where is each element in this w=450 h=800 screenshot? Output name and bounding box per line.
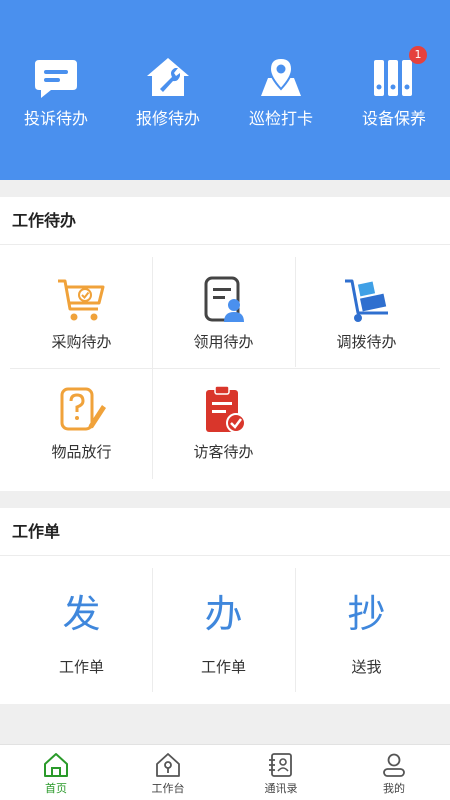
- worksheet-char: 发: [62, 592, 101, 636]
- tab-label: 通讯录: [264, 782, 298, 795]
- document-user-icon: [198, 275, 250, 325]
- todo-item-requisition[interactable]: 领用待办: [152, 275, 295, 353]
- tab-workbench[interactable]: 工作台: [112, 751, 224, 797]
- quick-action-label: 设备保养: [361, 109, 426, 128]
- worksheet-item-handled[interactable]: 办 工作单: [152, 588, 295, 678]
- tab-label: 工作台: [151, 782, 185, 795]
- bottom-tab-bar: 首页 工作台 通讯录 我的: [0, 744, 450, 800]
- tab-home[interactable]: 首页: [0, 751, 112, 797]
- shopping-cart-icon: [56, 275, 108, 325]
- tab-label: 首页: [45, 782, 67, 795]
- hand-truck-icon: [341, 275, 393, 325]
- quick-action-inspection[interactable]: 巡检打卡: [225, 56, 337, 130]
- section-title: 工作待办: [0, 197, 450, 245]
- worksheet-item-issued[interactable]: 发 工作单: [10, 588, 153, 678]
- tab-profile[interactable]: 我的: [338, 751, 450, 797]
- tab-contacts[interactable]: 通讯录: [225, 751, 337, 797]
- worksheet-label: 工作单: [200, 658, 246, 676]
- quick-action-label: 投诉待办: [23, 109, 88, 128]
- section-title: 工作单: [0, 508, 450, 556]
- todo-item-label: 调拨待办: [336, 333, 397, 351]
- todo-item-item-release[interactable]: 物品放行: [10, 385, 153, 463]
- worksheet-card: 工作单 发 工作单 办 工作单 抄 送我: [0, 508, 450, 704]
- quick-action-repair[interactable]: 报修待办: [112, 56, 224, 130]
- header-banner: 投诉待办 报修待办 巡检打卡 1 设备保养: [0, 0, 450, 180]
- worksheet-label: 送我: [351, 658, 382, 676]
- divider: [10, 368, 440, 369]
- todo-card: 工作待办 采购待办 领用待办 调拨待办 物品放行 访客待办: [0, 197, 450, 491]
- todo-item-visitor[interactable]: 访客待办: [152, 385, 295, 463]
- worksheet-label: 工作单: [58, 658, 104, 676]
- todo-item-label: 访客待办: [193, 443, 254, 461]
- todo-item-label: 采购待办: [51, 333, 112, 351]
- repair-house-icon: [145, 56, 191, 100]
- clipboard-check-icon: [198, 385, 250, 435]
- quick-action-label: 报修待办: [135, 109, 200, 128]
- quick-action-label: 巡检打卡: [248, 109, 313, 128]
- profile-icon: [383, 753, 405, 777]
- workbench-icon: [156, 753, 180, 777]
- notification-badge: 1: [409, 46, 427, 64]
- binders-icon: 1: [371, 46, 427, 100]
- chat-icon: [33, 56, 79, 100]
- quick-action-maintenance[interactable]: 1 设备保养: [338, 46, 450, 130]
- todo-item-purchase[interactable]: 采购待办: [10, 275, 153, 353]
- todo-item-transfer[interactable]: 调拨待办: [295, 275, 438, 353]
- quick-action-complaint[interactable]: 投诉待办: [0, 56, 112, 130]
- question-edit-icon: [56, 385, 108, 435]
- worksheet-item-cc[interactable]: 抄 送我: [295, 588, 438, 678]
- worksheet-char: 办: [204, 592, 243, 636]
- worksheet-char: 抄: [347, 592, 386, 636]
- todo-item-label: 领用待办: [193, 333, 254, 351]
- tab-label: 我的: [383, 782, 405, 795]
- todo-item-label: 物品放行: [51, 443, 112, 461]
- contacts-icon: [269, 753, 292, 777]
- map-pin-icon: [258, 56, 304, 100]
- home-icon: [44, 753, 68, 777]
